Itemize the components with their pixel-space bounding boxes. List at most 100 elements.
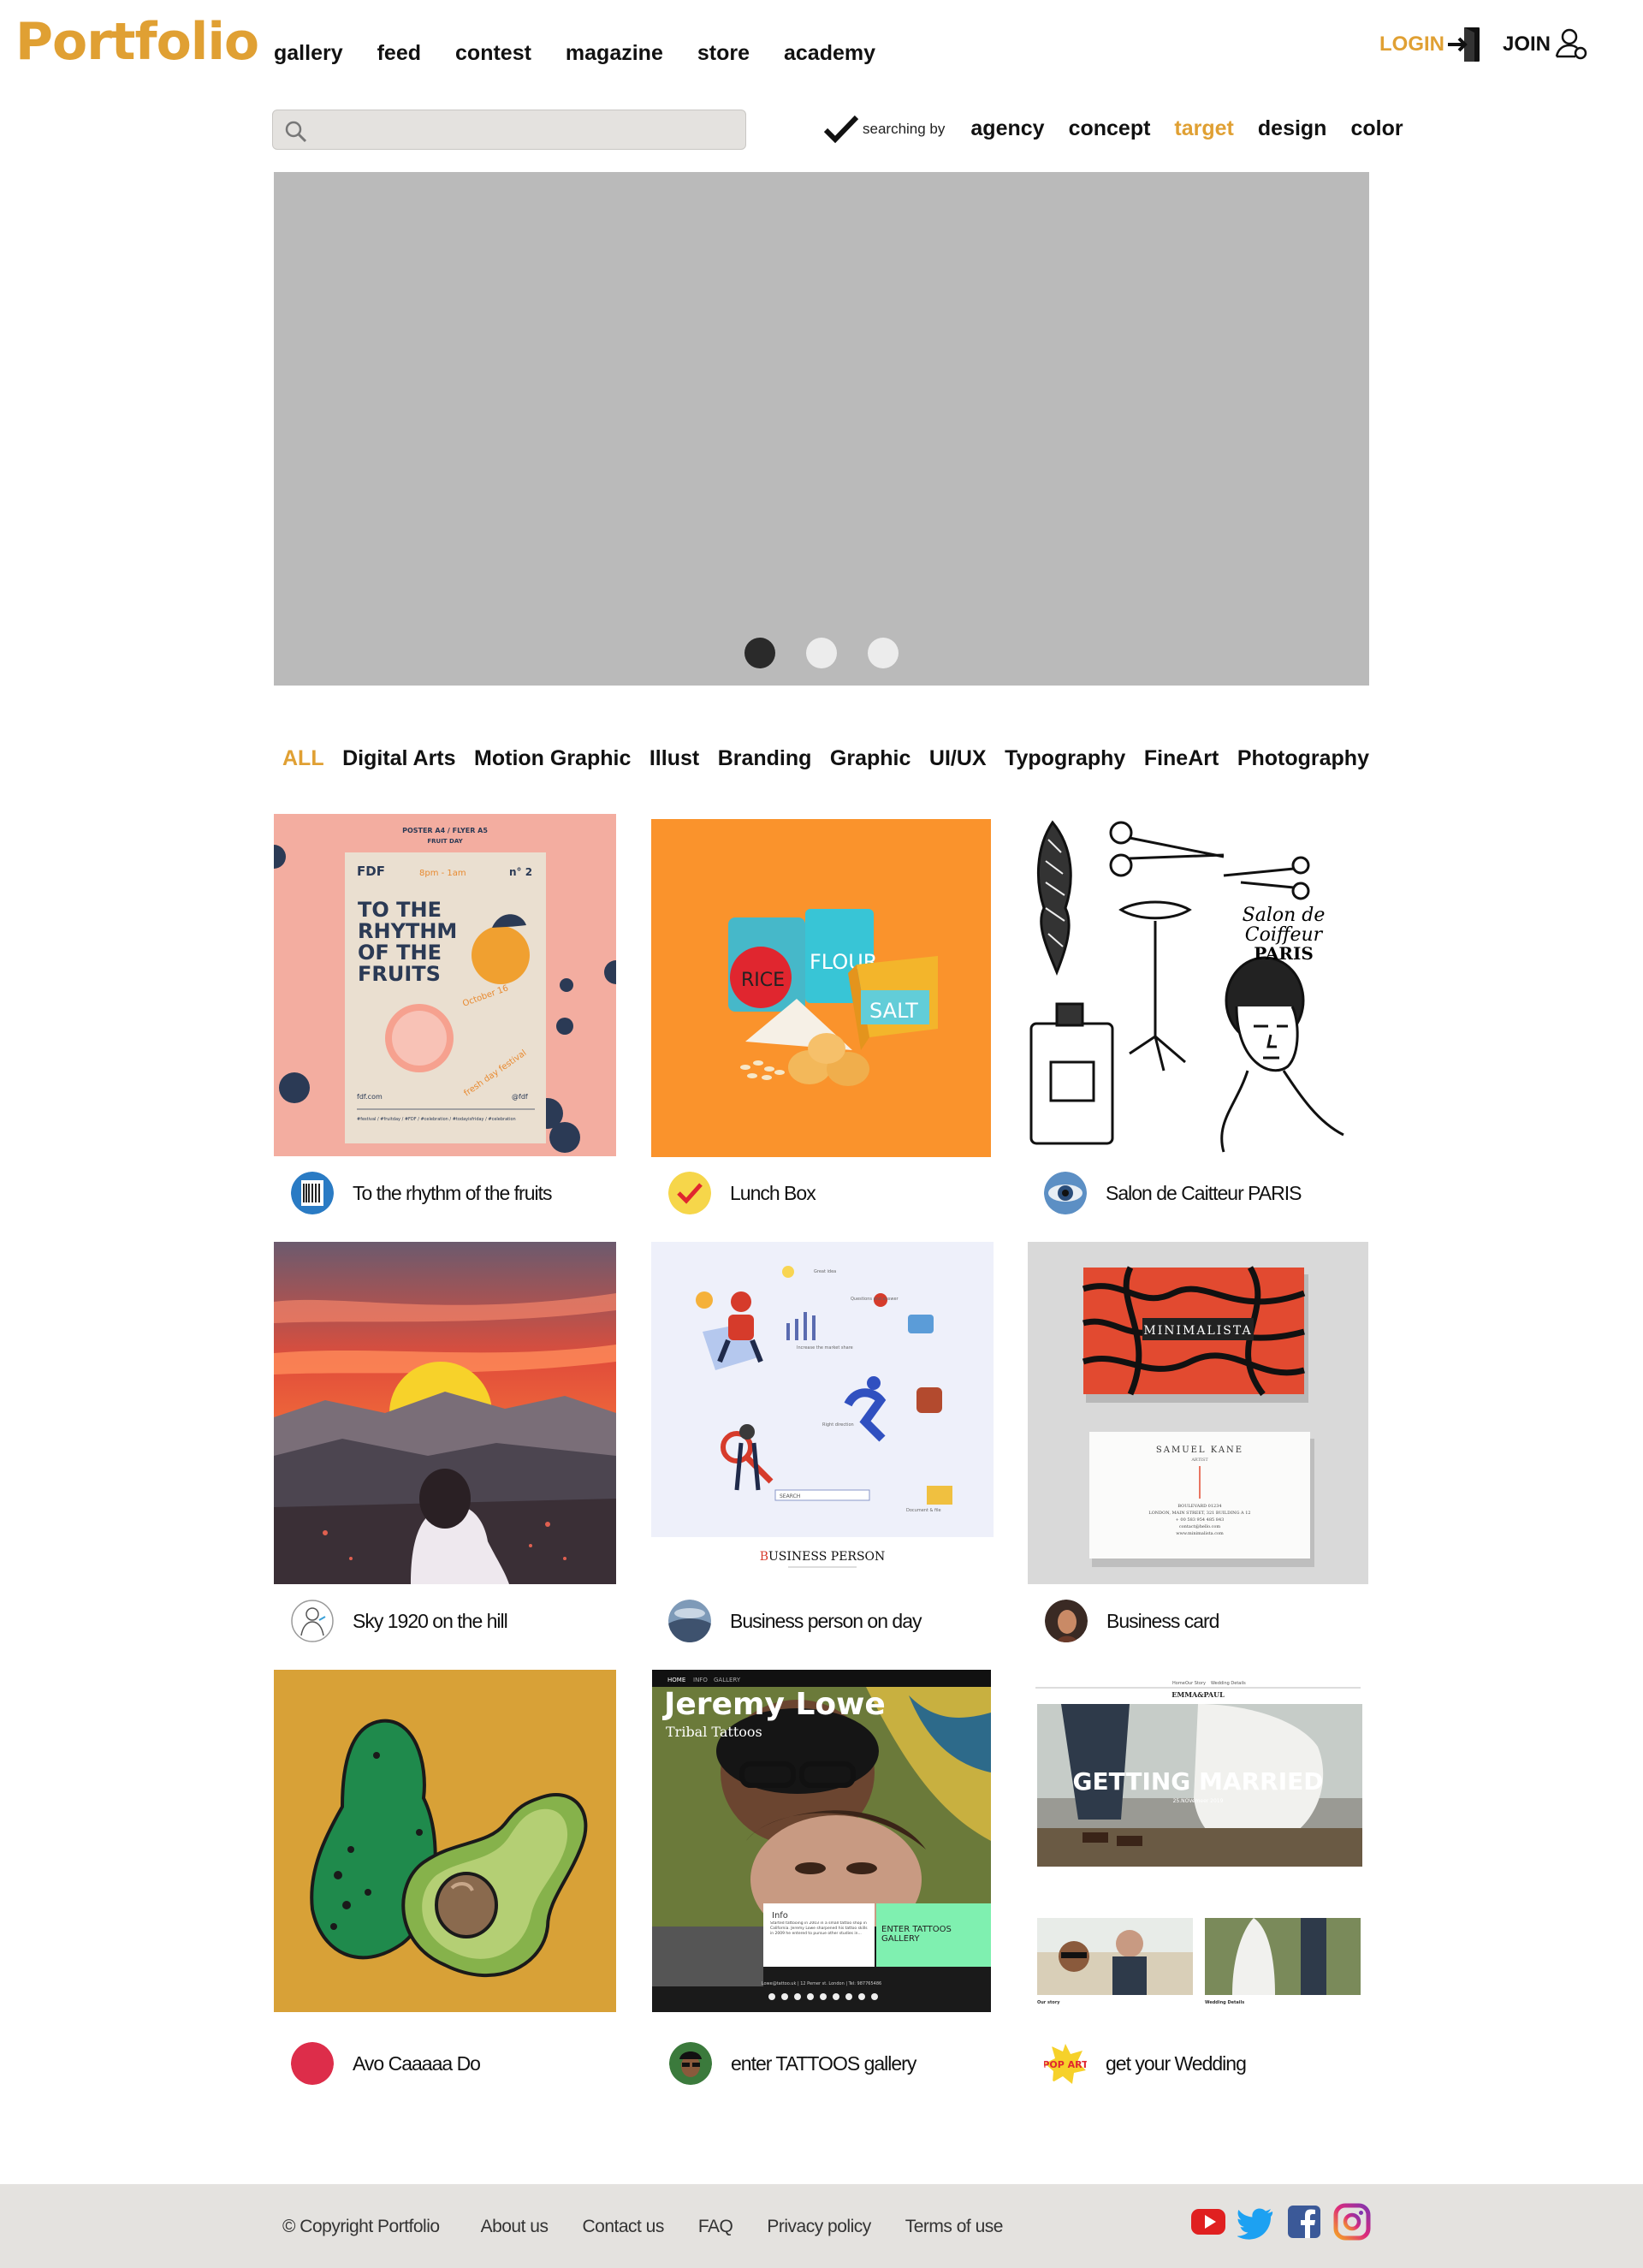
filter-agency[interactable]: agency [970, 116, 1044, 141]
svg-text:RHYTHM: RHYTHM [358, 919, 457, 943]
avatar [669, 2042, 712, 2085]
filter-design[interactable]: design [1258, 116, 1327, 141]
nav-magazine[interactable]: magazine [566, 41, 663, 66]
footer-link-terms[interactable]: Terms of use [905, 2217, 1004, 2237]
svg-text:fdf.com: fdf.com [357, 1093, 383, 1101]
card-title: Business person on day [730, 1609, 922, 1632]
svg-text:contact@hello.com: contact@hello.com [1179, 1523, 1221, 1529]
login-button[interactable]: LOGIN [1379, 26, 1486, 63]
card-thumbnail: SEARCH Great idea Questions and answer I… [651, 1242, 994, 1584]
tab-photography[interactable]: Photography [1237, 746, 1369, 771]
footer-link-privacy[interactable]: Privacy policy [767, 2217, 871, 2237]
carousel-dots [274, 638, 1369, 668]
tab-motion-graphic[interactable]: Motion Graphic [474, 746, 631, 771]
gallery-card[interactable]: Salon de Coiffeur PARIS Salon de Caitteu… [1027, 814, 1369, 1214]
svg-text:FDF: FDF [357, 864, 385, 879]
svg-text:ARTIST: ARTIST [1190, 1458, 1208, 1463]
svg-text:Increase the market share: Increase the market share [797, 1345, 853, 1351]
svg-text:EMMA&PAUL: EMMA&PAUL [1171, 1690, 1225, 1699]
gallery-card[interactable]: HOME INFO GALLERY Jeremy Lowe Tribal Tat… [652, 1670, 994, 2085]
gallery-card[interactable]: SEARCH Great idea Questions and answer I… [651, 1242, 994, 1642]
svg-text:Info: Info [772, 1911, 788, 1921]
tab-digital-arts[interactable]: Digital Arts [342, 746, 455, 771]
gallery-card[interactable]: Home Our Story Wedding Details EMMA&PAUL… [1027, 1670, 1369, 2084]
gallery-card[interactable]: RICE FLOUR SALT Lunch Box [651, 819, 994, 1214]
card-meta: Business card [1045, 1600, 1219, 1642]
svg-text:FRUIT DAY: FRUIT DAY [427, 838, 463, 845]
avatar [668, 1172, 711, 1214]
search-bar[interactable] [272, 110, 746, 150]
tab-branding[interactable]: Branding [718, 746, 812, 771]
carousel-dot-3[interactable] [868, 638, 899, 668]
tab-illust[interactable]: Illust [649, 746, 699, 771]
searching-by-label: searching by [863, 120, 946, 137]
card-meta: enter TATTOOS gallery [669, 2042, 916, 2085]
tab-graphic[interactable]: Graphic [830, 746, 910, 771]
svg-text:Lowe@tattoo.uk | 12 Pemer st.: Lowe@tattoo.uk | 12 Pemer st. London | T… [762, 1981, 881, 1986]
footer-link-faq[interactable]: FAQ [698, 2217, 733, 2237]
filter-target[interactable]: target [1174, 116, 1233, 141]
search-input[interactable] [316, 110, 735, 149]
card-meta: To the rhythm of the fruits [291, 1172, 553, 1214]
carousel-dot-2[interactable] [806, 638, 837, 668]
search-filter: searching by agency concept target desig… [823, 110, 1427, 148]
hero-carousel[interactable] [274, 172, 1369, 686]
card-meta: Salon de Caitteur PARIS [1044, 1172, 1302, 1214]
svg-text:Wedding Details: Wedding Details [1211, 1681, 1246, 1686]
svg-text:POSTER A4 / FLYER A5: POSTER A4 / FLYER A5 [402, 827, 488, 834]
svg-text:SALT: SALT [869, 999, 918, 1023]
avatar: POP ART [1044, 2042, 1087, 2085]
nav-store[interactable]: store [697, 41, 750, 66]
svg-text:HOME: HOME [667, 1677, 685, 1683]
footer-links: © Copyright Portfolio About us Contact u… [282, 2217, 1037, 2237]
avatar [291, 2042, 334, 2085]
card-meta: Business person on day [668, 1600, 922, 1642]
nav-feed[interactable]: feed [377, 41, 421, 66]
card-meta: Lunch Box [668, 1172, 816, 1214]
youtube-icon[interactable] [1189, 2203, 1227, 2241]
svg-text:#festival / #fruitday / #FDF /: #festival / #fruitday / #FDF / #celebrat… [357, 1117, 516, 1122]
instagram-icon[interactable] [1333, 2203, 1371, 2241]
carousel-dot-1[interactable] [744, 638, 775, 668]
card-thumbnail: RICE FLOUR SALT [651, 819, 991, 1157]
footer-link-contact[interactable]: Contact us [582, 2217, 664, 2237]
join-button[interactable]: JOIN [1503, 26, 1590, 63]
svg-text:LONDON, MAIN STREET, 321 BUILD: LONDON, MAIN STREET, 321 BUILDING A 12 [1148, 1511, 1250, 1516]
filter-concept[interactable]: concept [1069, 116, 1151, 141]
svg-text:25.NOVemeer 2019: 25.NOVemeer 2019 [1173, 1798, 1224, 1804]
facebook-icon[interactable] [1285, 2203, 1323, 2241]
card-title: To the rhythm of the fruits [353, 1181, 553, 1204]
nav-contest[interactable]: contest [455, 41, 531, 66]
card-title: Avo Caaaaa Do [353, 2051, 481, 2075]
gallery-card[interactable]: Sky 1920 on the hill [274, 1242, 616, 1642]
svg-text:BOULEVARD 01234: BOULEVARD 01234 [1177, 1504, 1221, 1509]
twitter-icon[interactable] [1237, 2203, 1275, 2241]
tab-all[interactable]: ALL [282, 746, 324, 771]
footer-link-about[interactable]: About us [481, 2217, 549, 2237]
logo[interactable]: Portfolio [15, 12, 259, 72]
card-title: enter TATTOOS gallery [731, 2051, 916, 2075]
svg-text:BUSINESS PERSON: BUSINESS PERSON [760, 1550, 886, 1564]
svg-text:Our Story: Our Story [1185, 1681, 1206, 1686]
avatar [668, 1600, 711, 1642]
svg-text:Right direction: Right direction [822, 1422, 854, 1428]
filter-color[interactable]: color [1350, 116, 1403, 141]
nav-academy[interactable]: academy [784, 41, 875, 66]
svg-text:Wedding Details: Wedding Details [1205, 2000, 1244, 2005]
tab-fineart[interactable]: FineArt [1144, 746, 1219, 771]
gallery-card[interactable]: Avo Caaaaa Do [274, 1670, 616, 2085]
svg-text:POP ART: POP ART [1044, 2059, 1087, 2070]
gallery-card[interactable]: MINIMALISTA SAMUEL KANE ARTIST BOULEVARD… [1028, 1242, 1370, 1642]
gallery-card[interactable]: POSTER A4 / FLYER A5 FRUIT DAY FDF 8pm -… [274, 814, 616, 1214]
svg-text:www.minimalista.com: www.minimalista.com [1176, 1531, 1224, 1536]
tab-typography[interactable]: Typography [1005, 746, 1125, 771]
svg-text:SEARCH: SEARCH [780, 1493, 800, 1499]
svg-text:Salon de: Salon de [1243, 905, 1326, 926]
card-title: Lunch Box [730, 1181, 816, 1204]
login-icon [1447, 27, 1480, 62]
svg-text:MINIMALISTA: MINIMALISTA [1143, 1324, 1252, 1338]
nav-gallery[interactable]: gallery [274, 41, 343, 66]
copyright: © Copyright Portfolio [282, 2217, 440, 2236]
avatar [291, 1172, 334, 1214]
tab-ui-ux[interactable]: UI/UX [929, 746, 987, 771]
